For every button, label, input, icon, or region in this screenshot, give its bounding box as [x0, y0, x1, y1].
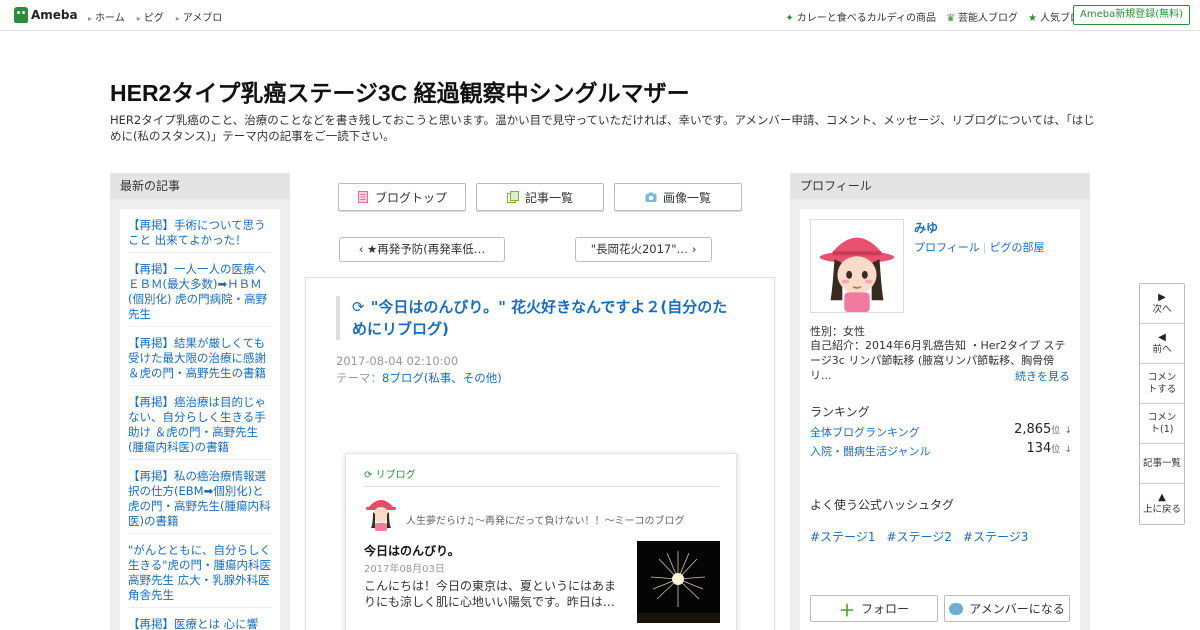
list-item[interactable]: 【再掲】癌治療は目的じゃない、自分らしく生きる手助け ＆虎の門・高野先生(腫瘍内… — [128, 386, 272, 460]
document-icon — [357, 191, 368, 203]
reblog-card[interactable]: ⟳ リブログ 人生夢だらけ♫〜再発にだって負けない！！〜ミーコのブログ 今日はの… — [345, 453, 737, 630]
pigg-room-link[interactable]: ピグの部屋 — [990, 241, 1045, 254]
header-link-celebrity[interactable]: ♛ 芸能人ブログ — [946, 9, 1018, 24]
article-theme: テーマ：8ブログ(私事、その他) — [336, 371, 502, 385]
star-icon: ★ — [1028, 13, 1037, 24]
hashtag-link[interactable]: #ステージ2 — [886, 528, 951, 545]
reblog-icon: ⟳ — [352, 298, 365, 316]
header-right-links: ✦ カレーと食べるカルディの商品 ♛ 芸能人ブログ ★ 人気ブログ — [785, 9, 1090, 24]
sparkle-icon: ✦ — [785, 13, 794, 24]
hashtag-link[interactable]: #ステージ1 — [810, 528, 875, 545]
next-article-button[interactable]: "長岡花火2017"… › — [575, 237, 712, 262]
article-title[interactable]: ⟳ "今日はのんびり。" 花火好きなんですよ２(自分のためにリブログ) — [336, 296, 736, 340]
nav-home[interactable]: ホーム — [88, 9, 125, 24]
hashtag-list: #ステージ1 #ステージ2 #ステージ3 — [810, 528, 1028, 545]
hashtag-heading: よく使う公式ハッシュタグ — [810, 498, 955, 512]
chevron-right-icon: › — [688, 242, 697, 256]
list-item[interactable]: 【再掲】手術について思うこと 出来てよかった！ — [128, 209, 272, 253]
profile-box: みゆ プロフィール | ピグの部屋 性別：女性 自己紹介：2014年6月乳癌告知 ・… — [800, 209, 1080, 630]
profile-links: プロフィール | ピグの部屋 — [914, 239, 1045, 255]
amember-icon — [949, 602, 964, 615]
profile-name[interactable]: みゆ — [914, 219, 938, 236]
profile-link[interactable]: プロフィール — [914, 241, 980, 254]
follow-button[interactable]: ＋フォロー — [810, 595, 938, 622]
image-list-label: 画像一覧 — [662, 190, 711, 205]
profile-avatar[interactable] — [810, 219, 904, 313]
triangle-right-icon: ▶ — [1158, 291, 1166, 303]
prev-article-button[interactable]: ‹ ★再発予防(再発率低… — [339, 237, 505, 262]
theme-link[interactable]: 8ブログ(私事、その他) — [382, 371, 502, 385]
nav-pigg[interactable]: ピグ — [137, 9, 164, 24]
top-nav: ホーム ピグ アメブロ — [88, 9, 222, 24]
reblog-blog-name[interactable]: 人生夢だらけ♫〜再発にだって負けない！！〜ミーコのブログ — [406, 512, 684, 527]
float-prev-button[interactable]: ◀ 前へ — [1140, 324, 1184, 364]
list-item[interactable]: 【再掲】結果が厳しくても受けた最大限の治療に感謝 ＆虎の門・高野先生の書籍 — [128, 327, 272, 386]
profile-gender: 性別：女性 — [810, 325, 865, 338]
ranking-heading: ランキング — [810, 405, 870, 419]
register-button[interactable]: Ameba新規登録(無料) — [1072, 5, 1190, 25]
blog-description: HER2タイプ乳癌のこと、治療のことなどを書き残しておこうと思います。温かい目で… — [110, 113, 1095, 143]
global-header: Ameba ホーム ピグ アメブロ ✦カレーと食べるカルディの商品 ♛芸能人ブロ… — [0, 0, 1200, 31]
amember-button[interactable]: アメンバーになる — [944, 595, 1070, 622]
ranking-overall-value: 2,865位 ↓ — [1014, 422, 1072, 437]
chevron-left-icon: ‹ — [358, 242, 367, 256]
article-date: 2017-08-04 02:10:00 — [336, 354, 459, 368]
separator: | — [982, 241, 987, 254]
blog-top-label: ブログトップ — [374, 190, 447, 205]
trend-down-icon: ↓ — [1064, 426, 1072, 436]
crown-icon: ♛ — [946, 13, 956, 24]
logo-text: Ameba — [31, 8, 78, 22]
float-comments-count-button[interactable]: コメント(1) — [1140, 404, 1184, 444]
list-item[interactable]: 【再掲】医療とは 心に響 — [128, 608, 272, 630]
plus-icon: ＋ — [838, 600, 855, 620]
float-back-to-top-button[interactable]: ▲ 上に戻る — [1140, 484, 1184, 524]
divider — [364, 486, 719, 487]
triangle-left-icon: ◀ — [1158, 331, 1166, 343]
ranking-row: 全体ブログランキング 2,865位 ↓ — [810, 422, 1072, 440]
article: ⟳ "今日はのんびり。" 花火好きなんですよ２(自分のためにリブログ) 2017-… — [305, 277, 775, 630]
profile-heading: プロフィール — [790, 173, 1090, 199]
reblog-date: 2017年08月03日 — [364, 564, 445, 575]
trend-down-icon: ↓ — [1064, 445, 1072, 455]
profile-panel: プロフィール みゆ プロフィール | ピグの部屋 性別：女性 自己紹介：2014年6… — [790, 173, 1090, 630]
reblog-label: ⟳ リブログ — [364, 470, 416, 481]
blog-title[interactable]: HER2タイプ乳癌ステージ3C 経過観察中シングルマザー — [110, 74, 690, 108]
ranking-row: 入院・闘病生活ジャンル 134位 ↓ — [810, 441, 1072, 459]
float-article-list-button[interactable]: 記事一覧 — [1140, 444, 1184, 484]
hashtag-link[interactable]: #ステージ3 — [963, 528, 1028, 545]
recent-articles-heading: 最新の記事 — [110, 173, 290, 199]
float-next-button[interactable]: ▶ 次へ — [1140, 284, 1184, 324]
ranking-genre-link[interactable]: 入院・闘病生活ジャンル — [810, 445, 930, 458]
image-list-button[interactable]: 画像一覧 — [614, 183, 742, 211]
list-item[interactable]: 【再掲】一人一人の医療へ ＥＢＭ(最大多数)➡ＨＢＭ(個別化) 虎の門病院・高野… — [128, 253, 272, 327]
recent-articles-list: 【再掲】手術について思うこと 出来てよかった！ 【再掲】一人一人の医療へ ＥＢＭ… — [120, 209, 280, 630]
list-item[interactable]: 【再掲】私の癌治療情報選択の仕方(EBM➡個別化)と虎の門・高野先生(腫瘍内科医… — [128, 460, 272, 534]
nav-ameblo[interactable]: アメブロ — [176, 9, 223, 24]
list-item[interactable]: "がんとともに、自分らしく生きる"虎の門・腫瘍内科医 高野先生 広大・乳腺外科医… — [128, 534, 272, 608]
ameba-logo[interactable]: Ameba — [14, 7, 78, 23]
fireworks-thumbnail[interactable] — [637, 541, 720, 623]
float-comment-button[interactable]: コメントする — [1140, 364, 1184, 404]
read-more-link[interactable]: 続きを見る — [1015, 368, 1070, 384]
recent-articles-panel: 最新の記事 【再掲】手術について思うこと 出来てよかった！ 【再掲】一人一人の医… — [110, 173, 290, 630]
ameba-logo-icon — [14, 7, 28, 23]
triangle-up-icon: ▲ — [1158, 492, 1166, 503]
header-link-kaldi[interactable]: ✦ カレーと食べるカルディの商品 — [785, 9, 936, 24]
article-list-label: 記事一覧 — [524, 190, 573, 205]
ranking-overall-link[interactable]: 全体ブログランキング — [810, 426, 920, 439]
article-list-button[interactable]: 記事一覧 — [476, 183, 604, 211]
reblog-title[interactable]: 今日はのんびり。 — [364, 542, 460, 559]
camera-icon — [645, 192, 657, 202]
blog-top-button[interactable]: ブログトップ — [338, 183, 466, 211]
floating-nav: ▶ 次へ ◀ 前へ コメントする コメント(1) 記事一覧 ▲ 上に戻る — [1139, 283, 1185, 525]
reblog-excerpt: こんにちは！今日の東京は、夏というにはあまりにも涼しく肌に心地いい陽気です。昨日… — [364, 579, 617, 609]
ranking-genre-value: 134位 ↓ — [1026, 441, 1072, 456]
list-icon — [506, 191, 519, 203]
reblog-icon: ⟳ — [364, 470, 373, 481]
blogger-avatar — [366, 500, 396, 531]
